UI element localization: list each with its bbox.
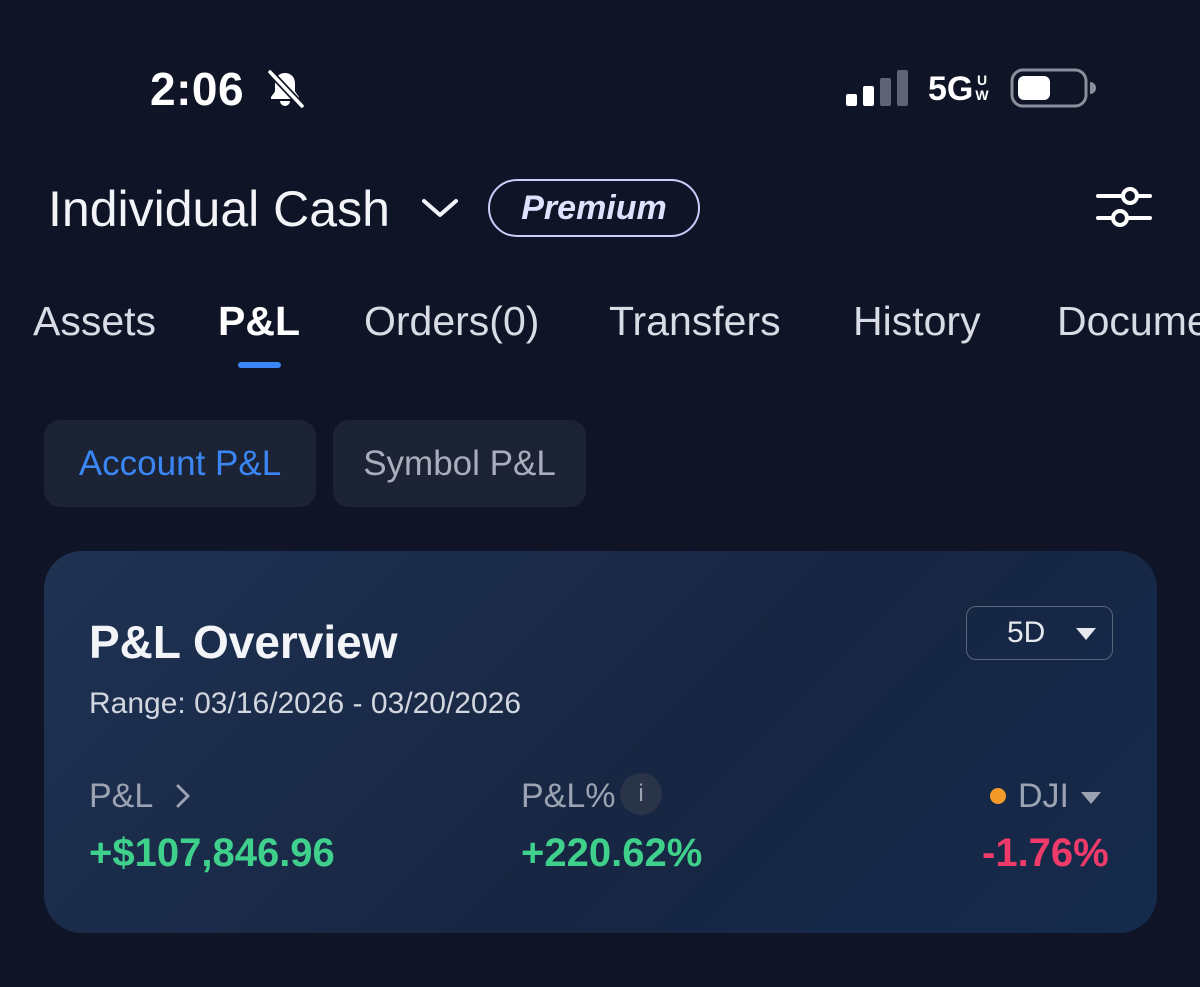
signal-icon: [846, 70, 908, 106]
premium-badge[interactable]: Premium: [488, 179, 700, 237]
status-time: 2:06: [150, 63, 245, 115]
pnl-percent-value: +220.62%: [521, 831, 703, 875]
battery-icon: [1010, 68, 1096, 108]
tab-orders[interactable]: Orders(0): [364, 298, 539, 345]
tab-transfers[interactable]: Transfers: [609, 298, 781, 345]
chevron-right-icon[interactable]: [174, 783, 192, 809]
pnl-percent-label: P&L%: [521, 777, 616, 815]
pnl-screen: 2:06 5G U W Individual Cash Premium Asse…: [0, 0, 1200, 987]
bell-slash-icon: [267, 69, 305, 109]
network-badge: U W: [974, 73, 990, 103]
period-value: 5D: [1007, 616, 1046, 649]
pnl-label[interactable]: P&L: [89, 777, 153, 816]
network-type: 5G: [928, 70, 974, 108]
info-icon[interactable]: i: [620, 773, 662, 815]
caret-down-icon: [1076, 628, 1096, 640]
tab-history[interactable]: History: [853, 298, 981, 345]
pnl-overview-card: P&L Overview 5D Range: 03/16/2026 - 03/2…: [44, 551, 1157, 933]
segment-symbol-pnl[interactable]: Symbol P&L: [333, 420, 586, 507]
caret-down-icon[interactable]: [1080, 791, 1102, 805]
tab-assets[interactable]: Assets: [33, 298, 156, 345]
network-badge-top: U: [976, 72, 988, 88]
card-title: P&L Overview: [89, 616, 398, 668]
tab-documents[interactable]: Docume: [1057, 298, 1200, 345]
pnl-value: +$107,846.96: [89, 831, 335, 875]
date-range: Range: 03/16/2026 - 03/20/2026: [89, 687, 522, 720]
period-dropdown[interactable]: 5D: [966, 606, 1113, 660]
segment-account-pnl[interactable]: Account P&L: [44, 420, 316, 507]
chevron-down-icon[interactable]: [420, 193, 460, 223]
benchmark-value: -1.76%: [982, 831, 1109, 875]
benchmark-label[interactable]: DJI: [1018, 777, 1069, 816]
benchmark-dot: [990, 788, 1006, 804]
network-badge-bottom: W: [975, 87, 989, 103]
tab-pnl[interactable]: P&L: [218, 298, 300, 345]
active-tab-indicator: [238, 362, 281, 368]
account-selector-label[interactable]: Individual Cash: [48, 180, 390, 238]
settings-sliders-icon[interactable]: [1096, 184, 1152, 230]
